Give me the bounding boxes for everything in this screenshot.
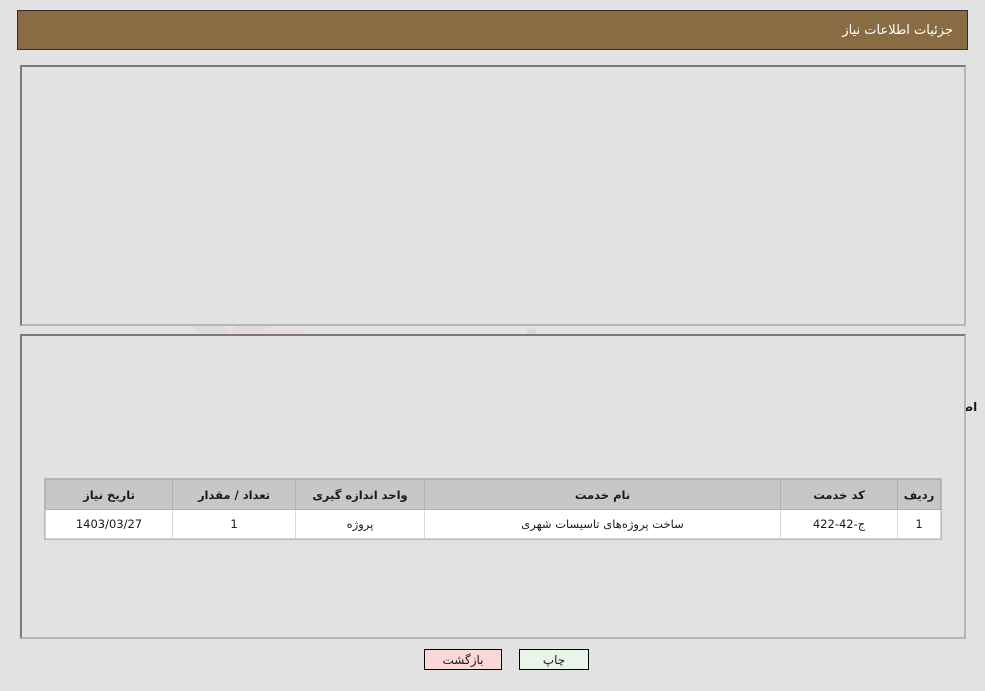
page-title: جزئیات اطلاعات نیاز: [842, 22, 953, 38]
need-summary-panel: [20, 65, 966, 326]
cell-need-date: 1403/03/27: [45, 509, 173, 539]
cell-unit: پروژه: [295, 509, 425, 539]
cell-service-code: ج-42-422: [780, 509, 898, 539]
page-title-bar: جزئیات اطلاعات نیاز: [17, 10, 968, 50]
services-table: ردیف کد خدمت نام خدمت واحد اندازه گیری ت…: [44, 478, 942, 540]
column-header-service-code: کد خدمت: [780, 479, 898, 510]
column-header-row-no: ردیف: [897, 479, 941, 510]
back-button[interactable]: بازگشت: [424, 649, 502, 670]
cell-row-no: 1: [897, 509, 941, 539]
column-header-unit: واحد اندازه گیری: [295, 479, 425, 510]
column-header-service-name: نام خدمت: [424, 479, 781, 510]
column-header-need-date: تاریخ نیاز: [45, 479, 173, 510]
column-header-quantity: تعداد / مقدار: [172, 479, 296, 510]
cell-service-name: ساخت پروژه‌های تاسیسات شهری: [424, 509, 781, 539]
print-button[interactable]: چاپ: [519, 649, 589, 670]
table-header-row: ردیف کد خدمت نام خدمت واحد اندازه گیری ت…: [45, 479, 941, 510]
table-row[interactable]: 1 ج-42-422 ساخت پروژه‌های تاسیسات شهری پ…: [45, 509, 941, 539]
cell-quantity: 1: [172, 509, 296, 539]
